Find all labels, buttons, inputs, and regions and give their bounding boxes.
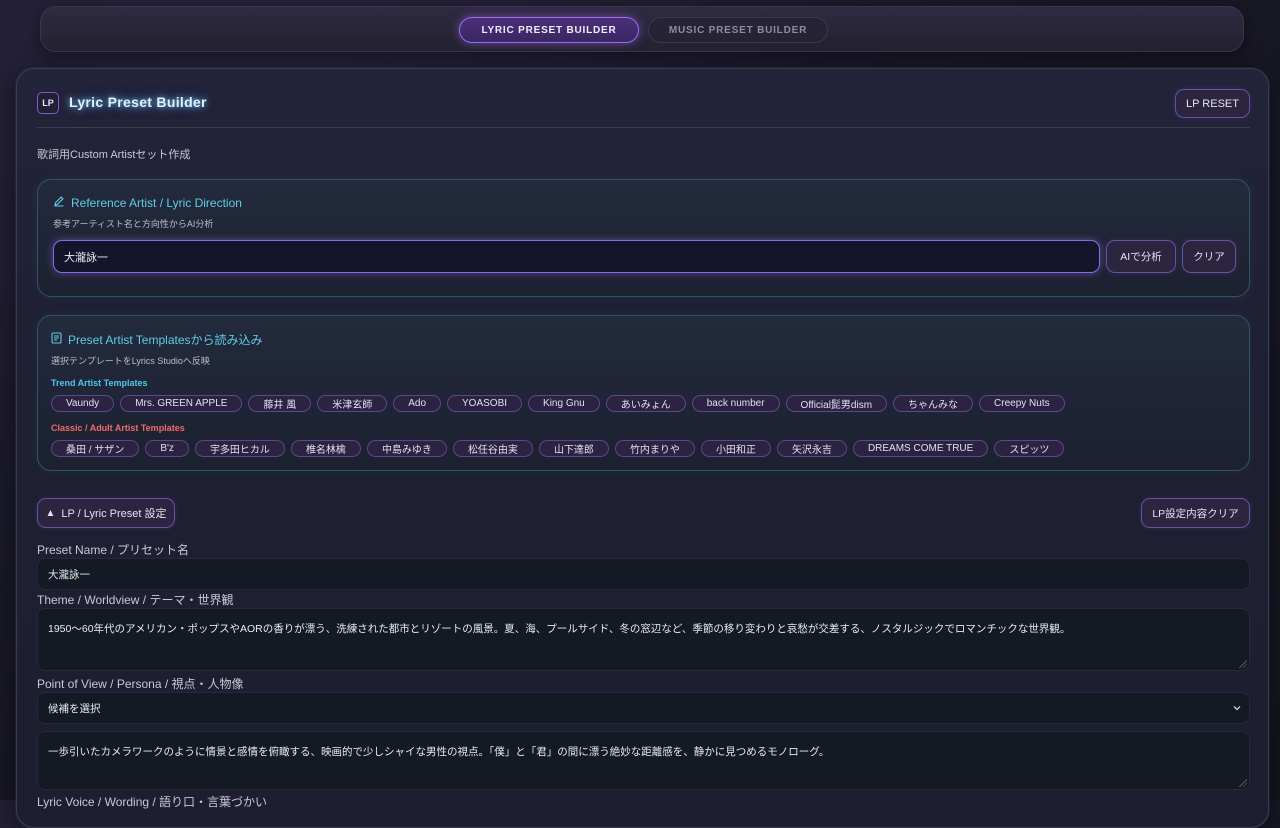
resize-grip-icon[interactable] [1239,779,1247,787]
template-chip-trend[interactable]: Mrs. GREEN APPLE [120,395,243,412]
template-chip-classic[interactable]: 中島みゆき [366,440,447,457]
templates-card-subtitle: 選択テンプレートをLyrics Studioへ反映 [51,356,210,366]
lp-settings-toggle-button[interactable]: ▲ LP / Lyric Preset 設定 [37,498,175,528]
theme-textarea[interactable]: 1950〜60年代のアメリカン・ポップスやAORの香りが漂う、洗練された都市とリ… [37,608,1250,671]
template-chip-classic[interactable]: 松任谷由実 [452,440,533,457]
reference-card-title: Reference Artist / Lyric Direction [53,195,242,210]
template-chip-classic[interactable]: 矢沢永吉 [776,440,847,457]
pov-label: Point of View / Persona / 視点・人物像 [37,677,244,691]
chevron-down-icon [1233,706,1241,711]
template-chip-trend[interactable]: あいみょん [605,395,686,412]
templates-title-text: Preset Artist Templatesから読み込み [68,333,263,347]
reference-title-text: Reference Artist / Lyric Direction [71,195,242,210]
template-chip-classic[interactable]: 小田和正 [700,440,771,457]
tab-music-preset-builder[interactable]: MUSIC PRESET BUILDER [648,17,828,43]
template-chip-classic[interactable]: 宇多田ヒカル [194,440,285,457]
template-chip-classic[interactable]: 山下達郎 [538,440,609,457]
lyric-voice-label: Lyric Voice / Wording / 語り口・言葉づかい [37,795,268,809]
template-chip-trend[interactable]: 米津玄師 [317,395,388,412]
lp-reset-button[interactable]: LP RESET [1175,89,1250,118]
reference-artist-card: Reference Artist / Lyric Direction 参考アーテ… [37,179,1250,297]
template-chip-trend[interactable]: back number [691,395,780,412]
mode-switch-bar: LYRIC PRESET BUILDER MUSIC PRESET BUILDE… [40,6,1244,52]
template-chip-trend[interactable]: ちゃんみな [893,395,974,412]
pov-textarea[interactable]: 一歩引いたカメラワークのように情景と感情を俯瞰する、映画的で少しシャイな男性の視… [37,731,1250,790]
page-title: Lyric Preset Builder [69,94,207,110]
panel-subtitle: 歌詞用Custom Artistセット作成 [37,149,191,161]
preset-templates-card: Preset Artist Templatesから読み込み 選択テンプレートをL… [37,315,1250,471]
settings-toggle-label: LP / Lyric Preset 設定 [61,508,167,520]
theme-label: Theme / Worldview / テーマ・世界観 [37,593,234,607]
template-chip-trend[interactable]: Vaundy [51,395,115,412]
reference-artist-input[interactable]: 大瀧詠一 [53,240,1100,273]
template-chip-trend[interactable]: Creepy Nuts [979,395,1065,412]
book-icon [51,332,62,347]
template-chip-classic[interactable]: DREAMS COME TRUE [852,440,989,457]
preset-name-input[interactable]: 大瀧詠一 [37,558,1250,590]
templates-card-title: Preset Artist Templatesから読み込み [51,331,263,348]
template-chip-classic[interactable]: 椎名林檎 [290,440,361,457]
pencil-icon [53,195,65,210]
pov-select[interactable]: 候補を選択 [37,692,1250,724]
pov-select-value: 候補を選択 [48,702,101,715]
trend-templates-label: Trend Artist Templates [51,378,148,388]
template-chip-trend[interactable]: Official髭男dism [785,395,888,412]
chevron-up-icon: ▲ [45,507,56,519]
resize-grip-icon[interactable] [1239,660,1247,668]
classic-template-chips: 桑田 / サザン B'z 宇多田ヒカル 椎名林檎 中島みゆき 松任谷由実 山下達… [51,440,1065,457]
lp-settings-clear-button[interactable]: LP設定内容クリア [1141,498,1250,528]
pov-text: 一歩引いたカメラワークのように情景と感情を俯瞰する、映画的で少しシャイな男性の視… [48,746,830,758]
template-chip-trend[interactable]: King Gnu [528,395,600,412]
lyric-preset-panel: LP Lyric Preset Builder LP RESET 歌詞用Cust… [16,68,1269,828]
trend-template-chips: Vaundy Mrs. GREEN APPLE 藤井 風 米津玄師 Ado YO… [51,395,1065,412]
theme-text: 1950〜60年代のアメリカン・ポップスやAORの香りが漂う、洗練された都市とリ… [48,623,1071,635]
tab-lyric-preset-builder[interactable]: LYRIC PRESET BUILDER [459,17,639,43]
lp-logo-badge: LP [37,92,59,114]
template-chip-classic[interactable]: 桑田 / サザン [51,440,140,457]
template-chip-trend[interactable]: YOASOBI [447,395,523,412]
ai-analyze-button[interactable]: AIで分析 [1106,240,1176,273]
template-chip-trend[interactable]: 藤井 風 [248,395,312,412]
header-divider [37,127,1250,128]
template-chip-classic[interactable]: B'z [145,440,189,457]
reference-card-subtitle: 参考アーティスト名と方向性からAI分析 [53,219,214,229]
classic-templates-label: Classic / Adult Artist Templates [51,423,185,433]
template-chip-classic[interactable]: スピッツ [994,440,1065,457]
clear-reference-button[interactable]: クリア [1182,240,1236,273]
template-chip-trend[interactable]: Ado [393,395,442,412]
template-chip-classic[interactable]: 竹内まりや [614,440,695,457]
preset-name-label: Preset Name / プリセット名 [37,543,190,557]
